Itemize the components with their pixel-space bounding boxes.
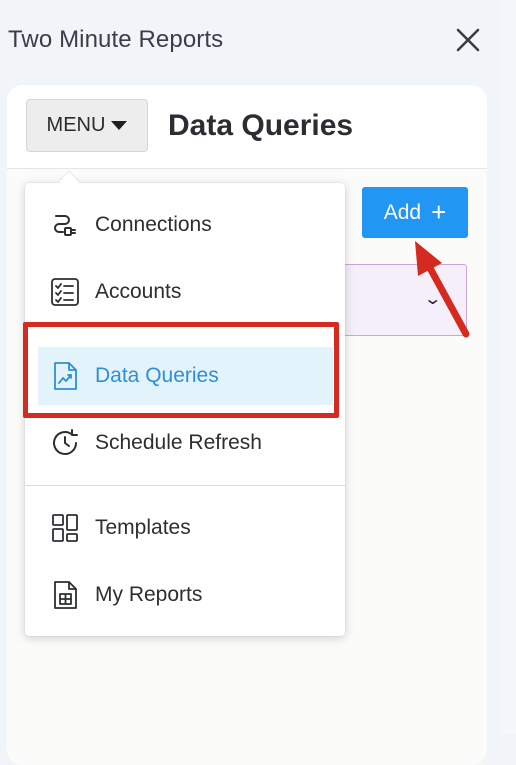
checklist-icon [48, 275, 82, 309]
menu-item-data-queries[interactable]: Data Queries [38, 347, 333, 405]
menu-item-label: Data Queries [95, 364, 219, 387]
panel-header: MENU Data Queries [7, 85, 487, 169]
grid-icon [48, 511, 82, 545]
clock-refresh-icon [48, 426, 82, 460]
menu-item-label: Accounts [95, 280, 182, 303]
chart-file-icon [48, 359, 82, 393]
plus-icon: + [431, 196, 447, 227]
menu-button-label: MENU [46, 114, 106, 136]
menu-item-my-reports[interactable]: My Reports [25, 566, 345, 624]
close-button[interactable] [452, 24, 484, 56]
add-button[interactable]: Add + [362, 187, 468, 238]
connections-icon [48, 208, 82, 242]
chevron-down-icon[interactable]: ⌄ [423, 289, 442, 309]
menu-item-accounts[interactable]: Accounts [25, 263, 345, 321]
menu-divider [25, 485, 345, 486]
query-list-item[interactable]: ⌄ [337, 264, 467, 336]
menu-item-label: Connections [95, 213, 212, 236]
page-title: Data Queries [168, 109, 354, 142]
navigation-dropdown-menu: Connections Accounts Data Queries Schedu… [25, 172, 345, 636]
menu-button[interactable]: MENU [26, 99, 148, 152]
app-title: Two Minute Reports [8, 26, 224, 53]
caret-down-icon [111, 121, 128, 130]
add-button-label: Add [383, 200, 422, 224]
menu-item-connections[interactable]: Connections [25, 196, 345, 254]
right-edge-strip [500, 0, 516, 734]
report-file-icon [48, 578, 82, 612]
menu-item-schedule-refresh[interactable]: Schedule Refresh [25, 414, 345, 472]
menu-item-label: Schedule Refresh [95, 431, 262, 454]
menu-item-label: My Reports [95, 583, 203, 606]
menu-item-label: Templates [95, 516, 191, 539]
close-icon [456, 28, 480, 52]
menu-item-templates[interactable]: Templates [25, 499, 345, 557]
app-header: Two Minute Reports [0, 0, 516, 84]
